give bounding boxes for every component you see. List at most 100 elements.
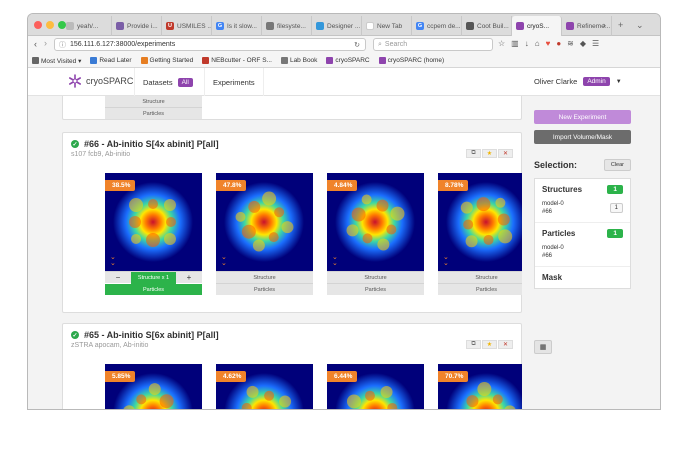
copy-icon[interactable]: ⧉ (466, 149, 481, 158)
search-input[interactable]: ⌕ Search (373, 38, 493, 51)
structure-count-row: − Structure x 1 + (105, 271, 202, 284)
brand[interactable]: cryoSPARC (68, 74, 133, 88)
structure-toggle[interactable]: Structure (327, 271, 424, 283)
import-volume-mask-button[interactable]: Import Volume/Mask (534, 130, 631, 144)
particles-item[interactable]: model-0 #66 (542, 244, 623, 260)
structure-image[interactable]: 4.84% ⌄ ⌄ (327, 173, 424, 271)
library-icon[interactable]: ▥ (511, 39, 519, 48)
particles-item-name: model-0 (542, 245, 564, 251)
delete-icon[interactable]: ✕ (498, 340, 513, 349)
structure-image[interactable]: 5.85% (105, 364, 202, 409)
structure-image[interactable]: 38.5% ⌄ ⌄ (105, 173, 202, 271)
structure-toggle[interactable]: Structure (105, 96, 202, 107)
browser-tab[interactable]: filesyste... (262, 16, 312, 36)
browser-tab[interactable]: G Is it slow... (212, 16, 262, 36)
structure-toggle[interactable]: Structure (216, 271, 313, 283)
expand-chevron-icon[interactable]: ⌄ ⌄ (443, 254, 449, 267)
structure-tile[interactable]: 5.85% (105, 364, 202, 409)
particles-toggle[interactable]: Particles (438, 283, 522, 295)
forward-arrow-icon[interactable]: › (44, 38, 47, 48)
nav-datasets[interactable]: Datasets All (134, 68, 201, 96)
minimize-window-button[interactable] (46, 21, 54, 29)
decrement-button[interactable]: − (105, 273, 131, 282)
structure-image[interactable]: 47.8% ⌄ ⌄ (216, 173, 313, 271)
caret-down-icon[interactable]: ▼ (616, 79, 622, 85)
structure-image[interactable]: 70.7% (438, 364, 522, 409)
bookmark-item[interactable]: Lab Book (280, 57, 317, 64)
browser-tab[interactable]: Gccpem de... (412, 16, 462, 36)
expand-chevron-icon[interactable]: ⌄ ⌄ (221, 254, 227, 267)
clear-selection-button[interactable]: Clear (603, 159, 631, 171)
expand-chevron-icon[interactable]: ⌄ ⌄ (332, 254, 338, 267)
particles-item-id: #66 (542, 253, 553, 259)
particles-label: Particles (542, 229, 576, 238)
bookmark-item[interactable]: Getting Started (140, 57, 193, 64)
url-bar[interactable]: ⓘ 156.111.6.127:38000/experiments ↻ (54, 38, 366, 51)
delete-icon[interactable]: ✕ (498, 149, 513, 158)
structure-tile[interactable]: 8.78% ⌄ ⌄ Structure Particles (438, 173, 522, 295)
structure-toggle[interactable]: Structure (438, 271, 522, 283)
tab-scroll-right-icon[interactable]: › (603, 20, 606, 30)
copy-icon[interactable]: ⧉ (466, 340, 481, 349)
structure-tile[interactable]: 38.5% ⌄ ⌄ − Structure x 1 + Particles (105, 173, 202, 295)
star-icon[interactable]: ★ (482, 149, 497, 158)
tab-favicon-icon (266, 22, 274, 30)
structure-tile[interactable]: 6.44% (327, 364, 424, 409)
structure-image[interactable]: 4.62% (216, 364, 313, 409)
structure-tile[interactable]: 4.84% ⌄ ⌄ Structure Particles (327, 173, 424, 295)
browser-tab[interactable]: cryoS... (512, 16, 562, 36)
adblock-icon[interactable]: ● (556, 39, 561, 48)
star-icon[interactable]: ★ (482, 340, 497, 349)
bookmark-star-icon[interactable]: ☆ (498, 39, 505, 48)
structure-selected-label[interactable]: Structure x 1 (131, 271, 176, 284)
particles-toggle[interactable]: Particles (216, 283, 313, 295)
tab-favicon-icon: U (166, 22, 174, 30)
bookmark-item[interactable]: cryoSPARC (home) (378, 57, 444, 64)
datasets-all-badge[interactable]: All (177, 77, 193, 87)
info-icon[interactable]: ⓘ (59, 40, 66, 50)
structure-tile[interactable]: 47.8% ⌄ ⌄ Structure Particles (216, 173, 313, 295)
grid-view-icon[interactable]: ▦ (534, 340, 552, 354)
increment-button[interactable]: + (176, 273, 202, 282)
home-icon[interactable]: ⌂ (535, 39, 540, 48)
structure-tile[interactable]: 70.7% (438, 364, 522, 409)
extension-icon-2[interactable]: ◆ (580, 39, 586, 48)
menu-icon[interactable]: ☰ (592, 39, 599, 48)
new-experiment-button[interactable]: New Experiment (534, 110, 631, 124)
download-icon[interactable]: ↓ (525, 39, 529, 48)
structure-item-name: model-0 (542, 201, 564, 207)
tab-list-icon[interactable]: ⌄ (636, 20, 644, 31)
particles-toggle[interactable]: Particles (105, 283, 202, 295)
structure-item[interactable]: model-0 #66 1 (542, 200, 623, 216)
particles-toggle[interactable]: Particles (105, 107, 202, 119)
structure-image[interactable]: 6.44% (327, 364, 424, 409)
particles-toggle[interactable]: Particles (327, 283, 424, 295)
back-arrow-icon[interactable]: ‹ (34, 39, 37, 49)
new-tab-icon[interactable]: + (618, 20, 623, 30)
browser-tab[interactable]: Provide i... (112, 16, 162, 36)
bookmark-favicon-icon (32, 57, 39, 64)
bookmark-item[interactable]: Read Later (90, 57, 132, 64)
browser-tab[interactable]: Coot Buil... (462, 16, 512, 36)
structure-image[interactable]: 8.78% ⌄ ⌄ (438, 173, 522, 271)
browser-tab[interactable]: yeah/... (62, 16, 112, 36)
user-menu[interactable]: Oliver Clarke Admin ▼ (534, 77, 622, 86)
percentage-badge: 4.62% (216, 371, 247, 382)
bookmark-favicon-icon (202, 57, 210, 64)
bookmark-item[interactable]: Most Visited ▾ (32, 57, 81, 65)
tab-favicon-icon (316, 22, 324, 30)
nav-experiments[interactable]: Experiments (204, 68, 264, 96)
reload-icon[interactable]: ↻ (354, 41, 360, 49)
extension-icon[interactable]: ≋ (567, 39, 574, 48)
browser-tab[interactable]: U USMILES ... (162, 16, 212, 36)
mask-label: Mask (542, 273, 563, 282)
bookmark-item[interactable]: cryoSPARC (326, 57, 370, 64)
pocket-icon[interactable]: ♥ (546, 39, 551, 48)
browser-tab[interactable]: New Tab (362, 16, 412, 36)
bookmark-item[interactable]: NEBcutter - ORF S... (202, 57, 272, 64)
card-title: ✓ #65 - Ab-initio S[6x abinit] P[all] (71, 330, 219, 340)
expand-chevron-icon[interactable]: ⌄ ⌄ (110, 254, 116, 267)
structure-tile[interactable]: 4.62% (216, 364, 313, 409)
close-window-button[interactable] (34, 21, 42, 29)
browser-tab[interactable]: Designer ... (312, 16, 362, 36)
